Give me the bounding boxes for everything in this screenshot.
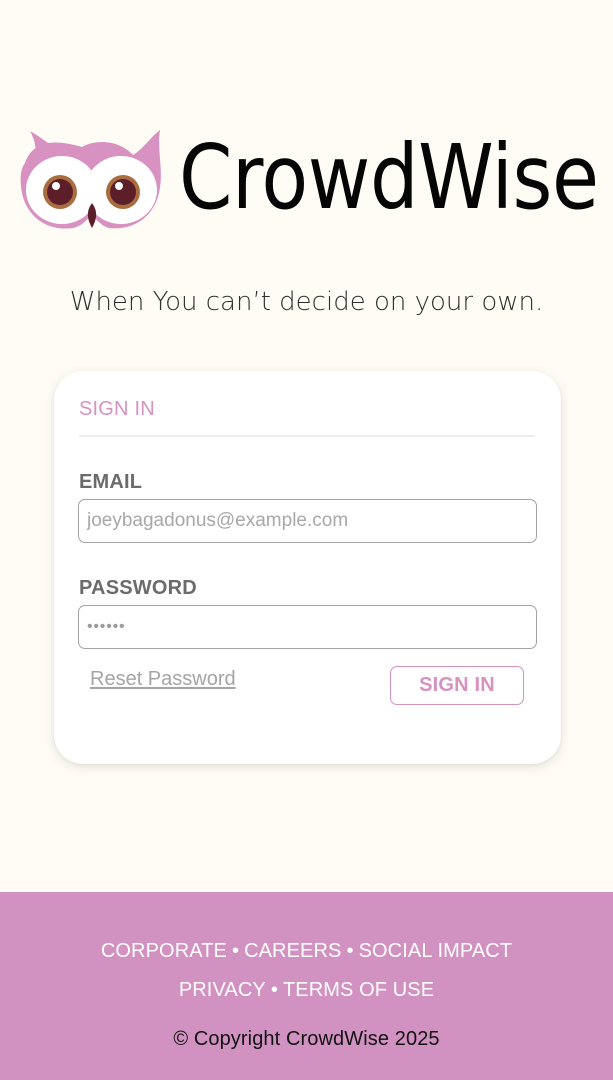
copyright-text: © Copyright CrowdWise 2025	[173, 1028, 440, 1050]
title-divider	[79, 435, 535, 437]
owl-icon	[18, 120, 168, 240]
footer-separator: •	[346, 940, 354, 962]
footer-separator: •	[231, 940, 240, 962]
reset-password-link[interactable]: Reset Password	[90, 668, 236, 691]
sign-in-card: SIGN IN EMAIL PASSWORD Reset Password SI…	[54, 371, 561, 764]
sign-in-button[interactable]: SIGN IN	[390, 666, 524, 705]
footer: CORPORATE • CAREERS • SOCIAL IMPACT PRIVACY •…	[0, 892, 613, 1080]
tagline: When You can’t decide on your own.	[69, 287, 544, 317]
footer-links-primary: CORPORATE • CAREERS • SOCIAL IMPACT	[0, 940, 613, 963]
footer-link-careers[interactable]: CAREERS	[244, 940, 341, 962]
footer-separator: •	[270, 979, 278, 1001]
brand-name: CrowdWise	[179, 125, 599, 229]
email-label: EMAIL	[79, 471, 143, 493]
login-page: CrowdWise When You can’t decide on your …	[0, 0, 613, 1080]
footer-link-terms-of-use[interactable]: TERMS OF USE	[283, 979, 434, 1001]
sign-in-title: SIGN IN	[79, 398, 155, 420]
footer-link-social-impact[interactable]: SOCIAL IMPACT	[359, 940, 513, 962]
email-field[interactable]	[78, 499, 537, 543]
footer-links-secondary: PRIVACY • TERMS OF USE	[0, 979, 613, 1002]
password-field[interactable]	[78, 605, 537, 649]
footer-link-corporate[interactable]: CORPORATE	[101, 940, 227, 962]
brand-header: CrowdWise	[18, 120, 608, 240]
password-label: PASSWORD	[79, 577, 197, 599]
footer-link-privacy[interactable]: PRIVACY	[179, 979, 266, 1001]
